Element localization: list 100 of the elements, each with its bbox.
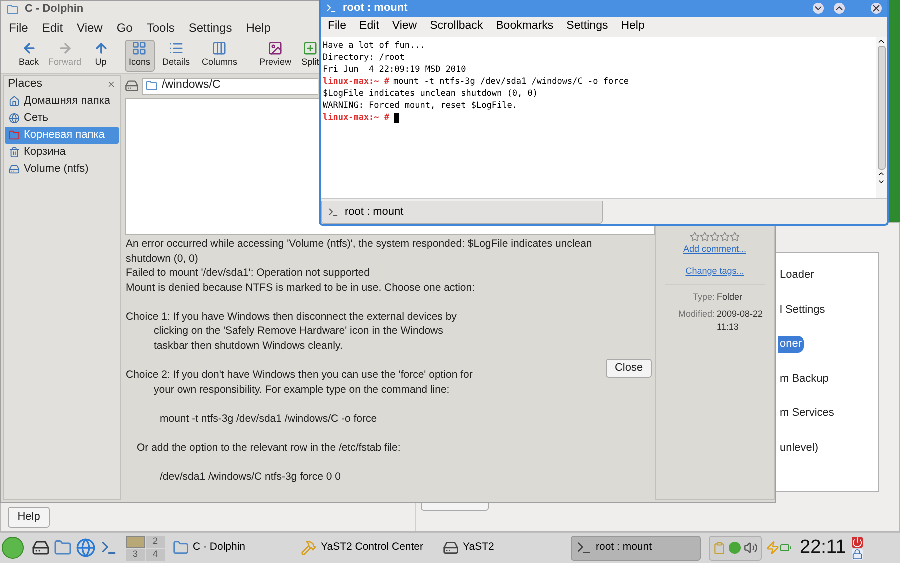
plus-icon bbox=[302, 41, 318, 56]
globe-icon[interactable] bbox=[76, 538, 96, 558]
folder-icon bbox=[9, 130, 20, 141]
location-field[interactable]: /windows/C bbox=[142, 78, 318, 94]
toolbar-button[interactable]: Preview bbox=[256, 40, 296, 72]
power-icon[interactable] bbox=[852, 536, 864, 548]
columns-icon bbox=[212, 41, 228, 56]
scrollbar-thumb[interactable] bbox=[878, 46, 886, 170]
star-icon bbox=[720, 232, 730, 242]
drive-icon bbox=[9, 164, 20, 175]
desktop-pager-item[interactable]: 4 bbox=[146, 548, 165, 560]
star-icon bbox=[710, 232, 720, 242]
task-button[interactable]: YaST2 bbox=[439, 536, 563, 560]
list-icon bbox=[168, 41, 184, 56]
module-label[interactable]: oner bbox=[778, 336, 804, 352]
desktop-pager-item[interactable]: 3 bbox=[126, 548, 145, 560]
place-label: Домашняя папка bbox=[24, 94, 110, 110]
hammer-icon bbox=[301, 540, 317, 556]
folder-icon bbox=[7, 4, 19, 16]
place-item[interactable]: Сеть bbox=[5, 110, 119, 127]
module-label[interactable]: unlevel) bbox=[778, 440, 821, 456]
search-button[interactable] bbox=[421, 503, 489, 511]
rating-stars[interactable] bbox=[690, 232, 740, 242]
globe-icon bbox=[9, 113, 20, 124]
error-text: Choice 1: If you have Windows then disconnect the external devices by bbox=[126, 310, 457, 324]
info-link[interactable]: Add comment... bbox=[683, 243, 747, 256]
scroll-up-icon[interactable] bbox=[877, 170, 886, 178]
menu-item[interactable]: Bookmarks bbox=[496, 18, 554, 36]
module-label[interactable]: m Backup bbox=[778, 370, 831, 387]
menu-item[interactable]: Settings bbox=[188, 19, 232, 37]
close-button[interactable]: Close bbox=[606, 359, 652, 378]
menu-item[interactable]: Edit bbox=[42, 19, 64, 37]
scroll-down-icon[interactable] bbox=[877, 178, 886, 186]
drive-icon[interactable] bbox=[125, 79, 139, 93]
maximize-icon[interactable] bbox=[834, 3, 845, 14]
info-link[interactable]: Change tags... bbox=[686, 264, 744, 278]
star-icon bbox=[730, 232, 740, 242]
terminal-text: Have a lot of fun... bbox=[323, 40, 426, 52]
folder-icon bbox=[173, 540, 189, 556]
speaker-icon[interactable] bbox=[744, 541, 758, 555]
menu-item[interactable]: View bbox=[77, 19, 103, 37]
menu-item[interactable]: Help bbox=[621, 18, 645, 36]
arrow-icon bbox=[58, 41, 72, 56]
terminal-text: Fri Jun 4 22:09:19 MSD 2010 bbox=[323, 64, 466, 76]
menu-item[interactable]: View bbox=[392, 18, 418, 36]
terminal-text: Directory: /root bbox=[323, 52, 405, 64]
place-label: Сеть bbox=[24, 111, 48, 126]
terminal-icon bbox=[326, 3, 337, 14]
terminal-icon bbox=[328, 206, 339, 218]
desktop-pager-item[interactable] bbox=[126, 536, 145, 548]
toolbar-button[interactable]: Back bbox=[11, 40, 47, 72]
toolbar-button[interactable]: Split bbox=[298, 40, 324, 72]
menu-item[interactable]: Scrollback bbox=[430, 18, 484, 36]
module-label[interactable]: Loader bbox=[778, 267, 816, 284]
menu-item[interactable]: File bbox=[9, 19, 28, 37]
terminal-icon bbox=[576, 540, 592, 556]
folder-icon bbox=[146, 80, 158, 92]
error-text: your own responsibility. For example type on the command line: bbox=[153, 382, 450, 398]
help-button[interactable]: Help bbox=[8, 507, 50, 528]
place-item[interactable]: Домашняя папка bbox=[5, 93, 119, 110]
task-button[interactable]: YaST2 Control Center bbox=[297, 536, 435, 560]
menu-item[interactable]: Settings bbox=[566, 18, 608, 36]
terminal-tab[interactable]: root : mount bbox=[321, 201, 603, 224]
scroll-up-icon[interactable] bbox=[877, 37, 886, 46]
module-label[interactable]: m Services bbox=[778, 405, 836, 422]
place-label: Volume (ntfs) bbox=[24, 162, 89, 178]
drive-icon bbox=[443, 540, 459, 556]
task-button[interactable]: root : mount bbox=[571, 536, 701, 560]
module-label[interactable]: l Settings bbox=[778, 302, 828, 318]
error-text: Choice 2: If you don't have Windows then you can use the 'force' option for bbox=[126, 368, 473, 383]
terminal-text: $LogFile indicates unclean shutdown (0, 0) bbox=[323, 88, 538, 100]
menu-item[interactable]: Edit bbox=[360, 18, 380, 36]
menu-item[interactable]: Go bbox=[116, 19, 133, 37]
close-icon[interactable] bbox=[107, 80, 116, 89]
menu-item[interactable]: Tools bbox=[146, 19, 175, 37]
error-text: clicking on the 'Safely Remove Hardware' icon in the Windows bbox=[153, 324, 444, 340]
lock-icon[interactable] bbox=[852, 548, 864, 560]
field-label: Type: bbox=[692, 291, 716, 304]
clipboard-icon[interactable] bbox=[713, 542, 726, 554]
clock[interactable]: 22:11 bbox=[800, 534, 846, 562]
trash-icon bbox=[9, 147, 20, 158]
place-item[interactable]: Volume (ntfs) bbox=[5, 161, 119, 178]
error-text: /dev/sda1 /windows/C ntfs-3g force 0 0 bbox=[159, 470, 341, 485]
task-button[interactable]: C - Dolphin bbox=[169, 536, 293, 560]
view-mode-button[interactable]: Icons bbox=[125, 40, 155, 72]
place-item[interactable]: Корзина bbox=[5, 144, 119, 161]
close-icon[interactable] bbox=[871, 3, 882, 14]
view-mode-button[interactable]: Details bbox=[158, 40, 194, 72]
grid-icon bbox=[132, 41, 148, 56]
minimize-icon[interactable] bbox=[813, 3, 824, 14]
window-title: C - Dolphin bbox=[25, 2, 84, 18]
shell-prompt: linux-max:~ # bbox=[323, 112, 390, 124]
view-mode-button[interactable]: Columns bbox=[198, 40, 242, 72]
menu-item[interactable]: File bbox=[328, 18, 347, 36]
place-label: Корзина bbox=[24, 145, 66, 160]
error-text: mount -t ntfs-3g /dev/sda1 /windows/C -o force bbox=[159, 412, 378, 426]
scrollbar[interactable] bbox=[876, 37, 887, 198]
toolbar-button[interactable]: Up bbox=[83, 40, 119, 72]
menu-item[interactable]: Help bbox=[246, 19, 271, 37]
desktop-pager-item[interactable]: 2 bbox=[146, 536, 165, 548]
